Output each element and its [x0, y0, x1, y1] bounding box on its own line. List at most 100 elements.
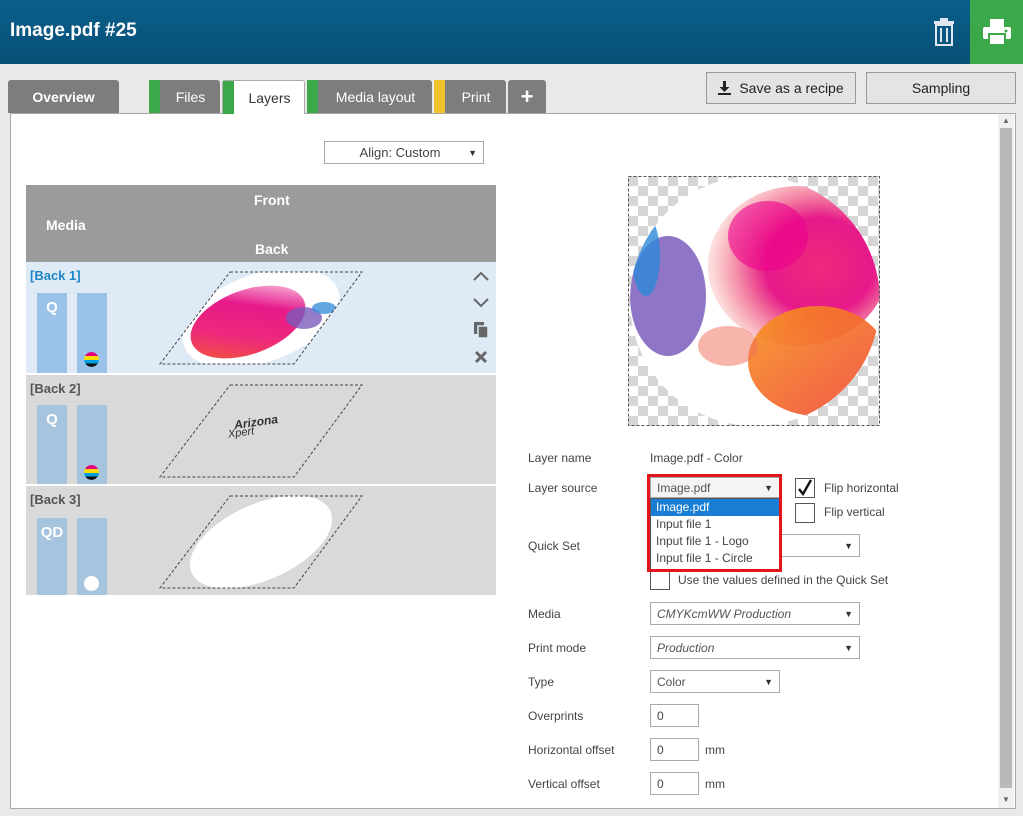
tab-overview[interactable]: Overview: [8, 80, 119, 113]
status-stripe: [223, 81, 234, 114]
white-ink-icon: [84, 576, 99, 591]
cmyk-icon: [84, 352, 99, 367]
layer-source-select[interactable]: Image.pdf ▼: [650, 477, 780, 498]
sampling-button[interactable]: Sampling: [866, 72, 1016, 104]
layer-color-bar: [77, 518, 107, 595]
print-mode-select[interactable]: Production ▼: [650, 636, 860, 659]
use-quickset-checkbox[interactable]: [650, 570, 670, 590]
vertical-offset-label: Vertical offset: [528, 777, 600, 791]
layer-row-back-2[interactable]: [Back 2] Q Arizona Xpert: [26, 375, 496, 484]
type-value: Color: [657, 674, 686, 689]
layer-source-option[interactable]: Input file 1 - Logo: [651, 533, 779, 550]
printer-icon: [982, 19, 1011, 45]
layer-thumbnail: [158, 384, 363, 478]
layer-source-option[interactable]: Input file 1: [651, 516, 779, 533]
layer-row-label: [Back 1]: [30, 268, 81, 283]
title-bar: Image.pdf #25: [0, 0, 1023, 64]
layer-row-label: [Back 3]: [30, 492, 81, 507]
scroll-thumb[interactable]: [1000, 128, 1012, 788]
layer-thumbnail: [158, 495, 363, 589]
tab-layers[interactable]: Layers: [222, 80, 305, 114]
media-header: Media: [46, 217, 86, 233]
tab-label: Print: [461, 88, 491, 105]
tab-label: Overview: [32, 88, 95, 105]
vertical-offset-input[interactable]: 0: [650, 772, 699, 795]
duplicate-button[interactable]: [470, 319, 492, 341]
front-header: Front: [254, 192, 290, 208]
window-title: Image.pdf #25: [10, 20, 137, 41]
delete-layer-button[interactable]: [470, 346, 492, 368]
sampling-label: Sampling: [911, 80, 971, 96]
layer-source-value: Image.pdf: [657, 480, 711, 495]
layer-source-option[interactable]: Image.pdf: [651, 499, 779, 516]
chevron-down-icon: ▼: [468, 147, 477, 158]
download-icon: [718, 81, 732, 95]
print-button[interactable]: [970, 0, 1023, 64]
quick-set-label: Quick Set: [528, 539, 581, 553]
save-as-recipe-label: Save as a recipe: [739, 80, 844, 96]
status-stripe: [307, 80, 318, 113]
layer-color-bar: [77, 293, 107, 373]
media-value: CMYKcmWW Production: [657, 606, 792, 621]
layer-quality-bar: Q: [37, 293, 67, 373]
scroll-down-icon[interactable]: ▼: [998, 794, 1014, 806]
align-value: Align: Custom: [359, 145, 441, 160]
flip-horizontal-checkbox[interactable]: [795, 478, 815, 498]
layer-quality-bar: Q: [37, 405, 67, 484]
bar-label: Q: [46, 411, 58, 428]
trash-icon: [934, 18, 954, 46]
plus-icon: +: [520, 83, 534, 109]
overprints-label: Overprints: [528, 709, 584, 723]
flip-horizontal-label: Flip horizontal: [824, 481, 899, 495]
flip-vertical-checkbox[interactable]: [795, 503, 815, 523]
save-as-recipe-button[interactable]: Save as a recipe: [706, 72, 856, 104]
horizontal-offset-unit: mm: [705, 743, 725, 757]
tab-media-layout[interactable]: Media layout: [307, 80, 432, 113]
vertical-scrollbar[interactable]: ▲ ▼: [998, 114, 1014, 808]
chevron-up-icon: [473, 271, 489, 281]
layer-table-header: Front Media Back: [26, 185, 496, 262]
status-stripe: [149, 80, 160, 113]
layer-row-back-1[interactable]: [Back 1] Q: [26, 262, 496, 373]
layer-thumbnail: [158, 271, 363, 365]
align-select[interactable]: Align: Custom ▼: [324, 141, 484, 164]
status-stripe: [434, 80, 445, 113]
flip-vertical-label: Flip vertical: [824, 505, 885, 519]
layer-source-dropdown: Image.pdf Input file 1 Input file 1 - Lo…: [650, 498, 780, 570]
layer-quality-bar: QD: [37, 518, 67, 595]
tab-label: Layers: [248, 89, 291, 106]
move-down-button[interactable]: [470, 292, 492, 314]
tab-label: Media layout: [335, 88, 416, 105]
copy-icon: [473, 321, 489, 339]
chevron-down-icon: ▼: [844, 608, 853, 619]
overprints-value: 0: [657, 708, 664, 723]
add-tab-button[interactable]: +: [508, 80, 546, 113]
overprints-input[interactable]: 0: [650, 704, 699, 727]
print-mode-label: Print mode: [528, 641, 587, 655]
move-up-button[interactable]: [470, 265, 492, 287]
type-select[interactable]: Color ▼: [650, 670, 780, 693]
chevron-down-icon: ▼: [764, 676, 773, 687]
layer-source-label: Layer source: [528, 481, 598, 495]
media-select[interactable]: CMYKcmWW Production ▼: [650, 602, 860, 625]
layer-row-label: [Back 2]: [30, 381, 81, 396]
horizontal-offset-value: 0: [657, 742, 664, 757]
type-label: Type: [528, 675, 555, 689]
layer-color-bar: [77, 405, 107, 484]
layer-source-option[interactable]: Input file 1 - Circle: [651, 550, 779, 567]
layer-row-back-3[interactable]: [Back 3] QD: [26, 486, 496, 595]
delete-button[interactable]: [922, 12, 966, 52]
use-quickset-label: Use the values defined in the Quick Set: [678, 573, 889, 587]
scroll-up-icon[interactable]: ▲: [998, 115, 1014, 127]
print-mode-value: Production: [657, 640, 715, 655]
vertical-offset-value: 0: [657, 776, 664, 791]
media-label: Media: [528, 607, 561, 621]
layer-name-value: Image.pdf - Color: [650, 451, 743, 465]
bar-label: Q: [46, 299, 58, 316]
horizontal-offset-label: Horizontal offset: [528, 743, 615, 757]
chevron-down-icon: ▼: [844, 540, 853, 551]
horizontal-offset-input[interactable]: 0: [650, 738, 699, 761]
tab-files[interactable]: Files: [149, 80, 220, 113]
vertical-offset-unit: mm: [705, 777, 725, 791]
tab-print[interactable]: Print: [434, 80, 506, 113]
